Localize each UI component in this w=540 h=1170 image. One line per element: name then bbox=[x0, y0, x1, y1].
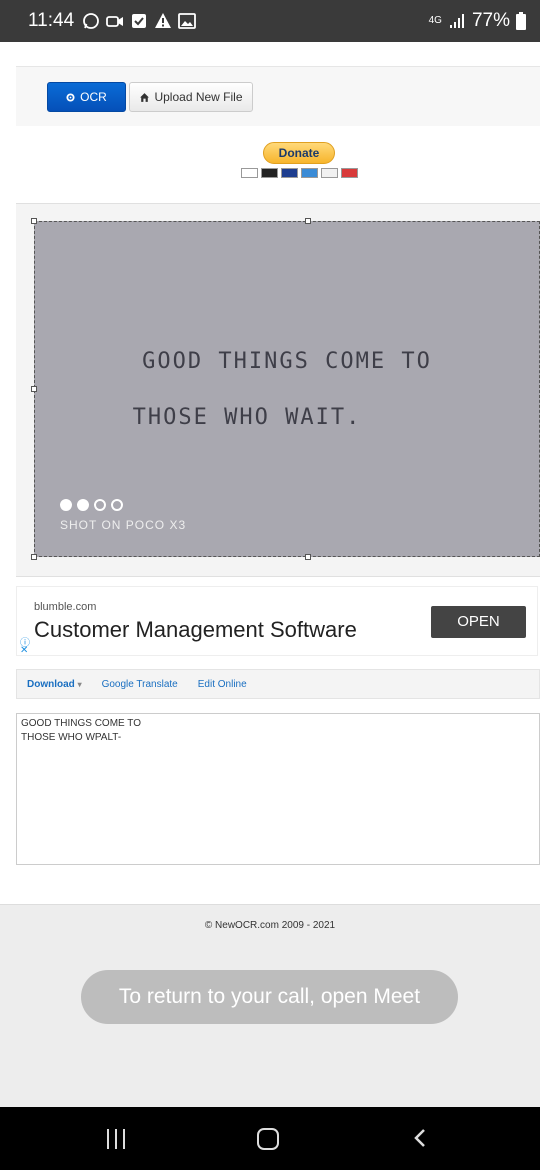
ad-domain: blumble.com bbox=[34, 601, 97, 613]
amex-icon bbox=[301, 168, 318, 178]
download-dropdown[interactable]: Download ▾ bbox=[27, 679, 82, 690]
status-bar: 11:44 4G 77% bbox=[0, 0, 540, 42]
camera-watermark-dots bbox=[60, 499, 123, 511]
visa-card-icon bbox=[241, 168, 258, 178]
upload-button-label: Upload New File bbox=[154, 90, 243, 104]
warning-icon bbox=[154, 12, 172, 30]
image-icon bbox=[178, 12, 197, 30]
maestro-icon bbox=[281, 168, 298, 178]
home-button-icon[interactable] bbox=[257, 1128, 279, 1150]
ocr-result-textarea[interactable]: GOOD THINGS COME TO THOSE WHO WPALT- bbox=[16, 713, 540, 865]
signal-icon bbox=[448, 12, 466, 30]
mastercard-icon bbox=[261, 168, 278, 178]
ad-close-icon[interactable]: ✕ bbox=[20, 645, 28, 656]
ocr-toolbar: OCR Upload New File bbox=[16, 66, 540, 126]
battery-percent: 77% bbox=[471, 10, 510, 31]
status-time: 11:44 bbox=[28, 10, 75, 31]
crop-handle-bottom-left[interactable] bbox=[31, 554, 37, 560]
edit-online-link[interactable]: Edit Online bbox=[198, 679, 247, 690]
return-to-call-toast[interactable]: To return to your call, open Meet bbox=[81, 970, 458, 1024]
crop-handle-left[interactable] bbox=[31, 386, 37, 392]
copyright-text: © NewOCR.com 2009 - 2021 bbox=[204, 920, 336, 931]
back-icon[interactable] bbox=[410, 1127, 432, 1149]
network-label: 4G bbox=[428, 15, 442, 26]
whatsapp-icon bbox=[82, 12, 100, 30]
chevron-down-icon: ▾ bbox=[77, 679, 82, 689]
footer: © NewOCR.com 2009 - 2021 To return to yo… bbox=[0, 904, 540, 1107]
status-right: 4G 77% bbox=[429, 10, 526, 32]
result-tabs: Download ▾ Google Translate Edit Online bbox=[16, 669, 540, 699]
donate-button[interactable]: Donate bbox=[263, 142, 335, 164]
crop-handle-bottom[interactable] bbox=[305, 554, 311, 560]
video-call-icon bbox=[106, 12, 124, 30]
camera-watermark: SHOT ON POCO X3 bbox=[60, 518, 187, 532]
unionpay-icon bbox=[341, 168, 358, 178]
ad-banner[interactable]: blumble.com Customer Management Software… bbox=[16, 586, 538, 656]
android-nav-bar bbox=[0, 1107, 540, 1170]
ocr-button[interactable]: OCR bbox=[47, 82, 126, 112]
ad-open-button[interactable]: OPEN bbox=[431, 606, 526, 638]
download-label: Download bbox=[27, 678, 75, 690]
gear-icon bbox=[66, 92, 75, 102]
image-preview-panel: GOOD THINGS COME TO THOSE WHO WAIT. SHOT… bbox=[16, 203, 540, 577]
google-translate-link[interactable]: Google Translate bbox=[102, 679, 178, 690]
uploaded-image[interactable]: GOOD THINGS COME TO THOSE WHO WAIT. SHOT… bbox=[34, 221, 540, 557]
recent-apps-icon[interactable] bbox=[107, 1129, 125, 1149]
handwriting-line-1: GOOD THINGS COME TO bbox=[142, 349, 432, 374]
payment-cards bbox=[241, 168, 358, 178]
status-notification-icons bbox=[82, 12, 197, 30]
battery-icon bbox=[516, 12, 526, 30]
upload-new-file-button[interactable]: Upload New File bbox=[129, 82, 253, 112]
discover-icon bbox=[321, 168, 338, 178]
check-box-icon bbox=[130, 12, 148, 30]
ocr-button-label: OCR bbox=[80, 90, 107, 104]
ad-title[interactable]: Customer Management Software bbox=[34, 617, 357, 643]
web-page: OCR Upload New File Donate GOOD THINGS C… bbox=[0, 42, 540, 1107]
handwriting-line-2: THOSE WHO WAIT. bbox=[132, 405, 362, 430]
home-icon bbox=[140, 92, 150, 102]
crop-handle-top-left[interactable] bbox=[31, 218, 37, 224]
crop-handle-top[interactable] bbox=[305, 218, 311, 224]
